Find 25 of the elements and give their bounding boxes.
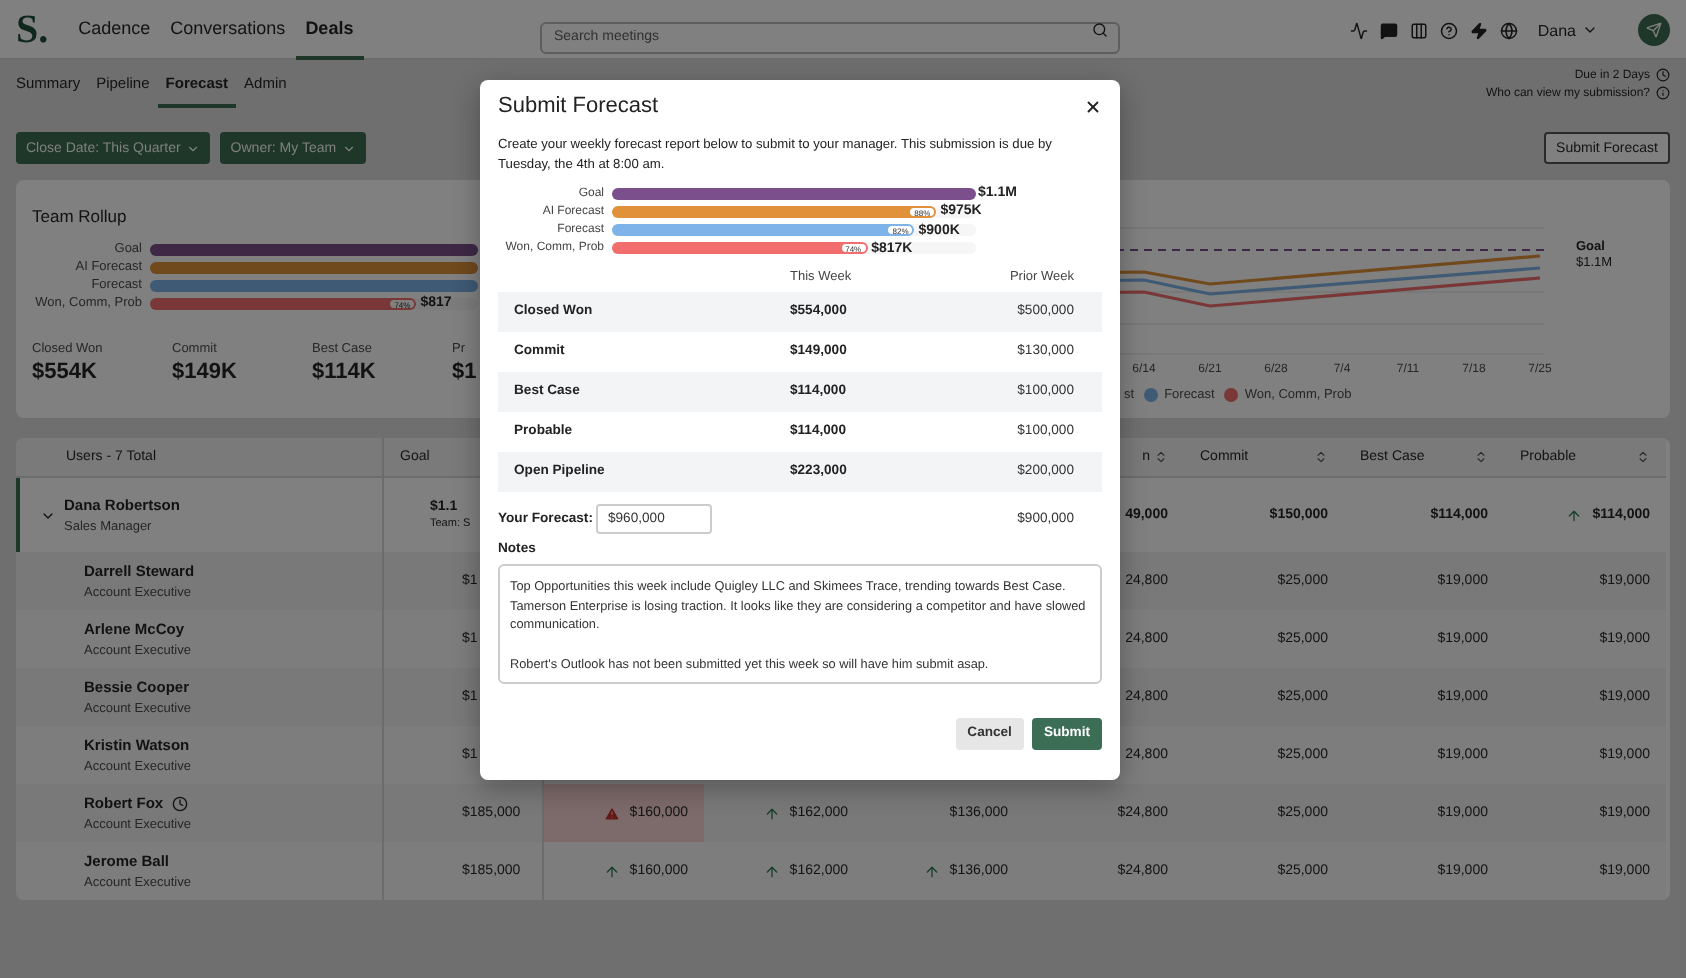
columns-icon [1409,21,1428,39]
dialog-title: Submit Forecast [498,94,659,118]
globe-icon [1499,21,1518,39]
avatar[interactable] [1638,14,1670,46]
nav-item[interactable]: Conversations [160,0,296,60]
kpi-value: $1 [452,360,477,384]
caret-icon [1582,22,1598,38]
close-icon[interactable] [1084,97,1102,115]
card-title: Team Rollup [32,206,127,226]
kpi-value: $149K [172,360,237,384]
clock-icon [1656,68,1670,82]
bolt-icon [1469,21,1488,39]
activity-icon [1349,21,1368,39]
user-menu[interactable]: Dana [1537,21,1598,39]
chat-icon [1379,21,1398,39]
caret-icon [186,141,201,155]
nav-item[interactable]: Deals [295,0,364,60]
kpi-value: $114K [312,360,376,384]
info-icon [1656,86,1670,100]
search-icon [1092,22,1108,38]
nav-item[interactable]: Cadence [68,0,161,60]
caret-icon [342,141,357,155]
logo[interactable]: S. [16,7,49,53]
help-icon [1439,21,1458,39]
kpi-value: $554K [32,360,97,384]
